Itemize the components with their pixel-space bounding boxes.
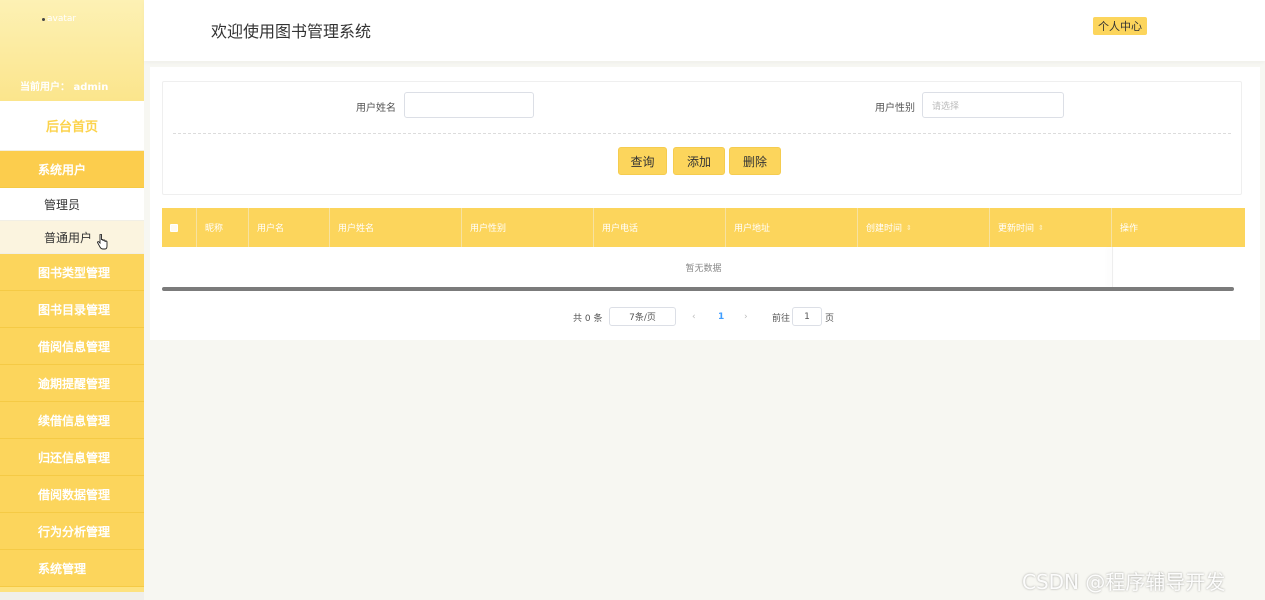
user-gender-label: 用户性别 [875,103,915,114]
current-user-label: 当前用户： admin [20,82,109,93]
main-panel: 用户姓名 用户性别 请选择 查询 添加 删除 昵称 用户名 用户姓名 用户性别 … [150,67,1260,340]
column-header-gender: 用户性别 [462,208,594,247]
sidebar-header: avatar 当前用户： admin [0,0,144,101]
column-label: 用户姓名 [338,224,375,234]
avatar-alt-text: avatar [47,14,77,24]
select-all-checkbox[interactable] [170,223,178,232]
user-gender-select[interactable]: 请选择 [922,92,1064,118]
query-button[interactable]: 查询 [618,147,667,175]
column-header-phone: 用户电话 [594,208,726,247]
column-header-nickname: 昵称 [197,208,249,247]
column-header-address: 用户地址 [726,208,858,247]
goto-page-input[interactable]: 1 [792,307,822,326]
broken-image-icon [42,17,45,21]
horizontal-scrollbar[interactable] [162,287,1234,291]
form-divider [173,133,1231,134]
sort-icon[interactable]: ⇕ [1038,224,1044,232]
profile-button[interactable]: 个人中心 [1093,17,1147,35]
column-label: 更新时间 [998,224,1035,234]
total-count: 共 0 条 [573,313,603,324]
next-page-icon[interactable]: › [744,307,748,327]
column-label: 创建时间 [866,224,903,234]
sidebar-group-return-info[interactable]: 归还信息管理 [0,439,144,476]
fixed-column-divider [1112,247,1113,288]
column-header-username: 用户名 [249,208,330,247]
sidebar-item-admin[interactable]: 管理员 [0,188,144,221]
goto-prefix: 前往 [772,313,791,324]
sidebar-group-system-users[interactable]: 系统用户 [0,151,144,188]
sort-icon[interactable]: ⇕ [906,224,912,232]
goto-suffix: 页 [825,313,835,324]
sidebar-group-behavior-analysis[interactable]: 行为分析管理 [0,513,144,550]
users-table: 昵称 用户名 用户姓名 用户性别 用户电话 用户地址 创建时间 ⇕ 更新时间 ⇕ 操… [162,208,1245,293]
column-label: 操作 [1120,224,1139,234]
user-name-input[interactable] [404,92,534,118]
sidebar-group-overdue-reminder[interactable]: 逾期提醒管理 [0,365,144,402]
table-header: 昵称 用户名 用户姓名 用户性别 用户电话 用户地址 创建时间 ⇕ 更新时间 ⇕ 操… [162,208,1245,247]
column-header-created-time[interactable]: 创建时间 ⇕ [858,208,990,247]
page-title: 欢迎使用图书管理系统 [211,22,372,41]
prev-page-icon[interactable]: ‹ [692,307,696,327]
column-label: 用户电话 [602,224,639,234]
sidebar-item-home[interactable]: 后台首页 [0,101,144,151]
add-button[interactable]: 添加 [673,147,725,175]
sidebar: avatar 当前用户： admin 后台首页 系统用户 管理员 普通用户 图书… [0,0,144,600]
column-header-real-name: 用户姓名 [330,208,462,247]
sidebar-group-borrow-info[interactable]: 借阅信息管理 [0,328,144,365]
watermark: CSDN @程序辅导开发 [1022,570,1226,594]
sidebar-item-normal-user[interactable]: 普通用户 [0,221,144,254]
sidebar-group-book-catalog[interactable]: 图书目录管理 [0,291,144,328]
column-header-actions: 操作 [1112,208,1245,247]
pagination: 共 0 条 7条/页 ‹ 1 › 前往 1 页 [150,307,1260,327]
top-header: 欢迎使用图书管理系统 个人中心 [144,0,1265,61]
sidebar-group-borrow-data[interactable]: 借阅数据管理 [0,476,144,513]
page-number-current[interactable]: 1 [718,307,724,327]
column-label: 用户性别 [470,224,507,234]
column-header-updated-time[interactable]: 更新时间 ⇕ [990,208,1112,247]
delete-button[interactable]: 删除 [729,147,781,175]
hand-cursor-icon [97,234,108,250]
column-label: 用户地址 [734,224,771,234]
column-label: 用户名 [257,224,285,234]
sidebar-item-label: 普通用户 [44,230,93,245]
avatar: avatar [42,14,76,24]
select-all-cell[interactable] [162,208,197,247]
empty-table-text: 暂无数据 [685,264,722,274]
page-size-select[interactable]: 7条/页 [609,307,676,326]
sidebar-group-renew-info[interactable]: 续借信息管理 [0,402,144,439]
search-form: 用户姓名 用户性别 请选择 查询 添加 删除 [162,81,1242,195]
sidebar-footer [0,592,144,600]
sidebar-group-system-manage[interactable]: 系统管理 [0,550,144,587]
sidebar-group-book-types[interactable]: 图书类型管理 [0,254,144,291]
column-label: 昵称 [205,224,224,234]
user-name-label: 用户姓名 [356,103,396,114]
